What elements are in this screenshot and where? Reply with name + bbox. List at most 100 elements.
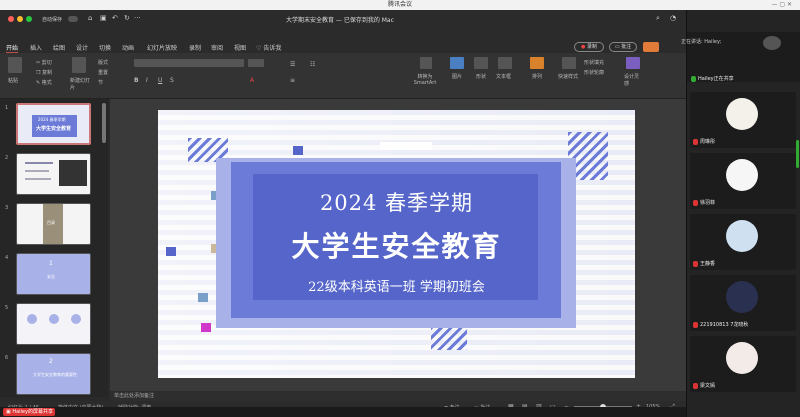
participant-name-text: 221910813 7龙晓秋 (700, 322, 749, 328)
font-color-button[interactable]: A (250, 77, 254, 84)
thumbnail-slide-6[interactable]: 2 大学生安全教育的重要性 (16, 353, 91, 395)
quick-styles-label: 快速样式 (558, 74, 579, 80)
square-decoration (201, 323, 211, 332)
mic-muted-icon (693, 382, 698, 389)
tab-insert[interactable]: 插入 (30, 43, 42, 52)
bold-button[interactable]: B (134, 77, 139, 84)
thumb-number: 1 (5, 105, 9, 111)
scissors-icon: ✂ (36, 60, 41, 66)
smartart-icon[interactable] (420, 57, 432, 69)
redo-icon[interactable]: ↻ (124, 14, 130, 22)
shape-outline-button[interactable]: 形状轮廓 (584, 69, 604, 76)
copy-button[interactable]: ❐ 复制 (36, 69, 52, 76)
current-slide[interactable]: 2024 春季学期 大学生安全教育 22级本科英语一班 学期初班会 (158, 110, 635, 378)
shapes-icon[interactable] (474, 57, 488, 69)
shape-fill-button[interactable]: 形状填充 (584, 59, 604, 66)
mic-muted-icon (693, 321, 698, 328)
section-button[interactable]: 节 (98, 79, 103, 86)
slide-main-title: 大学生安全教育 (291, 230, 502, 263)
tab-view[interactable]: 视图 (234, 43, 246, 52)
cut-button[interactable]: ✂ 剪切 (36, 59, 52, 66)
new-slide-icon[interactable] (72, 57, 86, 73)
thumbnail-slide-4[interactable]: 1 安全 (16, 253, 91, 295)
align-left-icon[interactable]: ≡ (290, 77, 295, 84)
save-icon[interactable]: ▣ (100, 14, 107, 22)
layout-button[interactable]: 版式 (98, 59, 108, 66)
autosave-toggle[interactable] (68, 16, 78, 22)
italic-button[interactable]: I (146, 77, 148, 84)
underline-button[interactable]: U (158, 77, 162, 84)
participant-tile[interactable]: 梁文嫣 (690, 336, 796, 392)
tab-home[interactable]: 开始 (6, 43, 19, 53)
picture-icon[interactable] (450, 57, 464, 69)
meeting-title: 腾讯会议 (387, 1, 412, 8)
thumbnail-slide-2[interactable] (16, 153, 91, 195)
meeting-bottom-strip: ▣ Hailey的屏幕共享 (0, 407, 800, 417)
textbox-icon[interactable] (498, 57, 512, 69)
screen: 腾讯会议 — ▢ ✕ 自动保存 ⌂ ▣ ↶ ↻ ··· 大学期末安全教育 — 已… (0, 0, 800, 417)
undo-icon[interactable]: ↶ (112, 14, 118, 22)
search-icon[interactable]: ⌕ (656, 14, 660, 23)
format-painter-button[interactable]: ✎ 格式 (36, 79, 52, 86)
ribbon-tabs: 开始 插入 绘图 设计 切换 动画 幻灯片放映 录制 审阅 视图 ♡ 告诉我 ●… (0, 41, 686, 53)
close-window-icon[interactable] (8, 16, 14, 22)
tab-tell-me[interactable]: ♡ 告诉我 (256, 43, 281, 52)
thumb-section-number: 2 (49, 358, 53, 365)
participant-tile[interactable]: 王静香 (690, 214, 796, 270)
tab-slideshow[interactable]: 幻灯片放映 (147, 43, 177, 52)
tab-animations[interactable]: 动画 (122, 43, 134, 52)
participant-tile[interactable]: 徐羽菲 (690, 153, 796, 209)
strikethrough-button[interactable]: S (170, 77, 174, 84)
notes-pane[interactable]: 单击此处添加备注 (110, 391, 686, 401)
font-size-select[interactable] (248, 59, 264, 67)
maximize-window-icon[interactable] (26, 16, 32, 22)
video-panel-scrollbar[interactable] (796, 140, 799, 168)
thumb-line (25, 170, 49, 172)
more-icon[interactable]: ··· (134, 14, 141, 22)
bullets-icon[interactable]: ☰ (290, 61, 295, 68)
speaker-tile[interactable]: 正在讲话: Hailey; Hailey正在共享 (681, 32, 800, 82)
minimize-window-icon[interactable] (17, 16, 23, 22)
window-controls-icon[interactable]: — ▢ ✕ (771, 0, 792, 10)
cut-label: 剪切 (41, 60, 52, 66)
mic-on-icon (691, 75, 696, 82)
record-button[interactable]: ● 录制 (574, 42, 604, 52)
quick-styles-icon[interactable] (562, 57, 576, 69)
thumbnail-slide-5[interactable] (16, 303, 91, 345)
meeting-title-bar: 腾讯会议 — ▢ ✕ (0, 0, 800, 10)
thumbnail-slide-1[interactable]: 2024 春季学期 大学生安全教育 (16, 103, 91, 145)
share-button[interactable] (643, 42, 659, 52)
picture-label: 图片 (452, 74, 463, 80)
speaking-prefix: 正在讲话: (681, 39, 703, 45)
document-title: 大学期末安全教育 — 已保存到我的 Mac (286, 17, 394, 24)
designer-icon[interactable] (626, 57, 640, 69)
numbering-icon[interactable]: ☷ (310, 61, 315, 68)
speaker-avatar (763, 36, 781, 50)
square-decoration (293, 146, 303, 155)
record-icon: ● (581, 44, 586, 50)
participant-tile[interactable]: 周琳彤 (690, 92, 796, 148)
arrange-icon[interactable] (530, 57, 544, 69)
participant-tile[interactable]: 221910813 7龙晓秋 (690, 275, 796, 331)
thumbnail-slide-3[interactable]: 目录 (16, 203, 91, 245)
tab-design[interactable]: 设计 (76, 43, 88, 52)
account-icon[interactable]: ◔ (670, 14, 676, 22)
thumbnail-scrollbar[interactable] (102, 103, 106, 143)
reset-button[interactable]: 重置 (98, 69, 108, 76)
slide-thumbnail-pane: 1 2024 春季学期 大学生安全教育 2 3 目录 4 1 安全 5 6 2 … (0, 99, 108, 397)
paste-icon[interactable] (8, 57, 22, 73)
home-icon[interactable]: ⌂ (88, 14, 92, 22)
format-label: 格式 (41, 80, 52, 86)
font-family-select[interactable] (134, 59, 244, 67)
tab-transitions[interactable]: 切换 (99, 43, 111, 52)
thumb-number: 3 (5, 205, 9, 211)
tab-review[interactable]: 审阅 (211, 43, 223, 52)
thumb-section-title: 大学生安全教育的重要性 (33, 372, 77, 377)
tab-record[interactable]: 录制 (189, 43, 201, 52)
screen-share-tab[interactable]: ▣ Hailey的屏幕共享 (3, 408, 55, 416)
tab-draw[interactable]: 绘图 (53, 43, 65, 52)
mic-muted-icon (693, 138, 698, 145)
copy-icon: ❐ (36, 70, 41, 76)
comments-button[interactable]: ▭ 批注 (609, 42, 637, 52)
participant-name-text: 梁文嫣 (700, 383, 716, 389)
